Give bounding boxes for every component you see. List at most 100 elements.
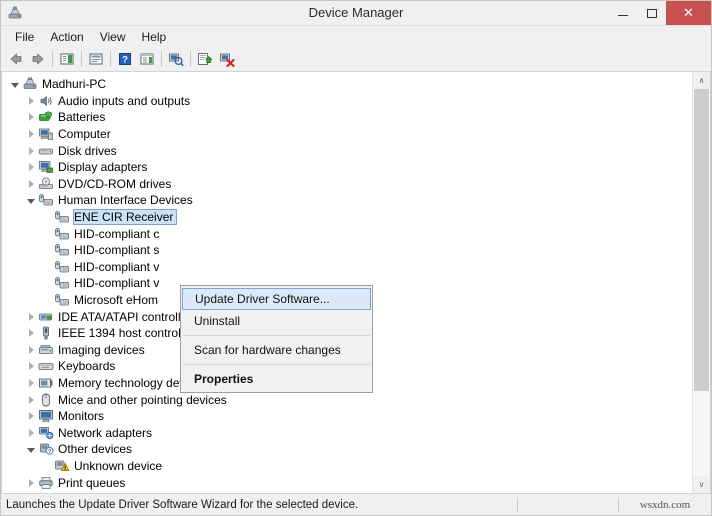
chevron-right-icon[interactable] xyxy=(24,408,38,424)
watermark: wsxdn.com xyxy=(639,498,691,511)
scan-for-hardware-changes-button[interactable] xyxy=(165,49,187,69)
window-controls: ✕ xyxy=(608,1,711,25)
tree-item-label: Display adapters xyxy=(58,160,148,175)
tree-item-disk-drives[interactable]: Disk drives xyxy=(2,142,692,159)
chevron-right-icon[interactable] xyxy=(24,358,38,374)
update-driver-icon xyxy=(198,53,213,65)
vertical-scrollbar[interactable]: ∧ ∨ xyxy=(692,72,710,493)
forward-button[interactable] xyxy=(27,49,49,69)
chevron-right-icon[interactable] xyxy=(24,392,38,408)
chevron-right-icon[interactable] xyxy=(24,126,38,142)
context-menu-item-label: Update Driver Software... xyxy=(195,292,330,306)
tree-item-label: Microsoft eHom xyxy=(74,293,159,308)
chevron-right-icon[interactable] xyxy=(24,342,38,358)
tree-item-human-interface-devices[interactable]: Human Interface Devices xyxy=(2,192,692,209)
tree-item-hid-compliant-s[interactable]: HID-compliant s xyxy=(2,242,692,259)
update-driver-software-button[interactable] xyxy=(194,49,216,69)
context-menu-separator xyxy=(183,364,370,365)
scroll-down-button[interactable]: ∨ xyxy=(693,476,710,493)
ieee1394-icon xyxy=(38,325,54,341)
speaker-icon xyxy=(38,93,54,109)
chevron-right-icon[interactable] xyxy=(24,475,38,491)
tree-item-label: Audio inputs and outputs xyxy=(58,93,191,108)
menu-action[interactable]: Action xyxy=(42,28,91,46)
hid-device-icon xyxy=(54,259,70,275)
tree-item-label: Human Interface Devices xyxy=(58,193,193,208)
uninstall-device-button[interactable] xyxy=(216,49,238,69)
tree-item-label: Keyboards xyxy=(58,359,116,374)
tree-item-madhuri-pc[interactable]: Madhuri-PC xyxy=(2,76,692,93)
scroll-up-button[interactable]: ∧ xyxy=(693,72,710,89)
maximize-button[interactable] xyxy=(637,1,666,25)
menu-help[interactable]: Help xyxy=(134,28,175,46)
tree-item-label: Print queues xyxy=(58,475,126,490)
ide-controller-icon xyxy=(38,309,54,325)
tree-item-hid-compliant-v[interactable]: HID-compliant v xyxy=(2,259,692,276)
tree-item-computer[interactable]: Computer xyxy=(2,126,692,143)
tree-item-label: IDE ATA/ATAPI controllers xyxy=(58,309,198,324)
tree-item-print-queues[interactable]: Print queues xyxy=(2,474,692,491)
hid-device-icon xyxy=(54,275,70,291)
chevron-right-icon[interactable] xyxy=(24,491,38,493)
context-menu: Update Driver Software... Uninstall Scan f… xyxy=(180,285,373,393)
chevron-right-icon[interactable] xyxy=(24,176,38,192)
chevron-right-icon[interactable] xyxy=(24,309,38,325)
scrollbar-track[interactable] xyxy=(693,89,710,476)
tree-item-display-adapters[interactable]: Display adapters xyxy=(2,159,692,176)
show-hide-console-tree-button[interactable] xyxy=(56,49,78,69)
show-hide-action-pane-button[interactable] xyxy=(136,49,158,69)
chevron-right-icon[interactable] xyxy=(24,93,38,109)
chevron-right-icon[interactable] xyxy=(24,159,38,175)
status-bar: Launches the Update Driver Software Wiza… xyxy=(1,493,711,515)
title-bar: Device Manager ✕ xyxy=(1,1,711,26)
ctx-update-driver-software[interactable]: Update Driver Software... xyxy=(182,288,371,310)
tree-item-ene-cir-receiver[interactable]: ENE CIR Receiver xyxy=(2,209,692,226)
chevron-down-icon[interactable] xyxy=(24,192,38,208)
device-tree[interactable]: Madhuri-PC Audio inputs and outputs Batter… xyxy=(2,72,692,493)
ctx-scan-for-hardware-changes[interactable]: Scan for hardware changes xyxy=(181,339,372,361)
chevron-right-icon[interactable] xyxy=(24,425,38,441)
tree-item-label: Batteries xyxy=(58,110,106,125)
properties-button[interactable] xyxy=(85,49,107,69)
tree-item-monitors[interactable]: Monitors xyxy=(2,408,692,425)
tree-item-audio-inputs-and-outputs[interactable]: Audio inputs and outputs xyxy=(2,93,692,110)
help-button[interactable]: ? xyxy=(114,49,136,69)
tree-item-label: Disk drives xyxy=(58,143,117,158)
tree-item-label: Mice and other pointing devices xyxy=(58,392,227,407)
chevron-down-icon[interactable] xyxy=(8,76,22,92)
chevron-right-icon[interactable] xyxy=(24,325,38,341)
ctx-uninstall[interactable]: Uninstall xyxy=(181,310,372,332)
close-button[interactable]: ✕ xyxy=(666,1,711,25)
tree-item-dvd-cd-rom-drives[interactable]: DVD/CD-ROM drives xyxy=(2,176,692,193)
battery-icon xyxy=(38,109,54,125)
maximize-icon xyxy=(646,8,657,18)
context-menu-item-label: Uninstall xyxy=(194,314,241,328)
device-manager-window: Device Manager ✕ File Action View Help ?… xyxy=(0,0,712,516)
ctx-properties[interactable]: Properties xyxy=(181,368,372,390)
tree-item-mice-and-other-pointing-devices[interactable]: Mice and other pointing devices xyxy=(2,391,692,408)
hid-icon xyxy=(38,192,54,208)
window-title: Device Manager xyxy=(308,5,404,20)
chevron-down-icon[interactable] xyxy=(24,441,38,457)
tree-item-hid-compliant-c[interactable]: HID-compliant c xyxy=(2,225,692,242)
chevron-right-icon[interactable] xyxy=(24,375,38,391)
tree-item-printers[interactable]: Printers xyxy=(2,491,692,493)
uninstall-device-icon xyxy=(220,53,235,67)
menu-file[interactable]: File xyxy=(7,28,42,46)
menu-view[interactable]: View xyxy=(92,28,134,46)
console-tree-icon xyxy=(60,53,74,65)
chevron-right-icon[interactable] xyxy=(24,143,38,159)
tree-item-label: ENE CIR Receiver xyxy=(72,209,178,226)
tree-item-label: Madhuri-PC xyxy=(42,77,107,92)
printer-icon xyxy=(38,475,54,491)
tree-item-unknown-device[interactable]: Unknown device xyxy=(2,458,692,475)
chevron-right-icon[interactable] xyxy=(24,109,38,125)
tree-item-network-adapters[interactable]: Network adapters xyxy=(2,424,692,441)
tree-item-batteries[interactable]: Batteries xyxy=(2,109,692,126)
back-button[interactable] xyxy=(5,49,27,69)
scan-hardware-icon xyxy=(169,53,184,67)
minimize-button[interactable] xyxy=(608,1,637,25)
tree-item-other-devices[interactable]: ? Other devices xyxy=(2,441,692,458)
scrollbar-thumb[interactable] xyxy=(694,89,709,391)
